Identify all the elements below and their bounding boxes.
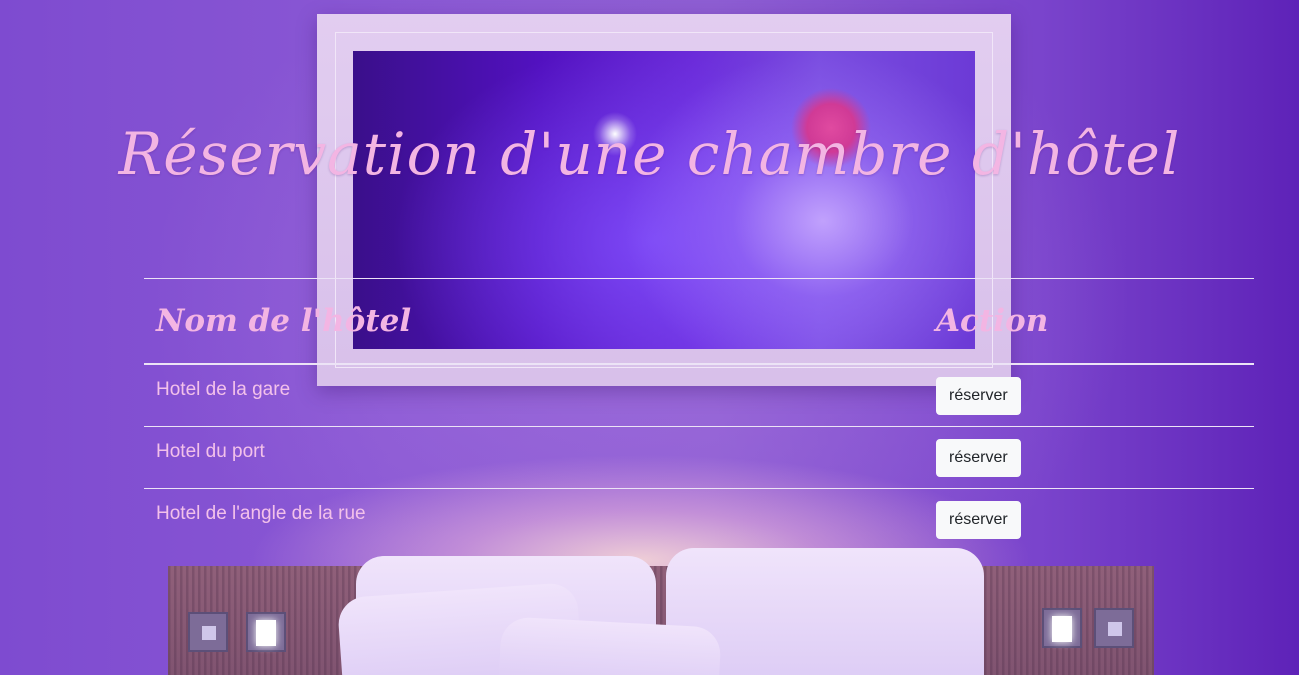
table-row: Hotel de l'angle de la rue réserver	[144, 488, 1254, 550]
wall-switch-right	[1094, 608, 1134, 648]
wall-light-right	[1042, 608, 1082, 648]
wall-light-left	[246, 612, 286, 652]
action-cell: réserver	[924, 426, 1254, 488]
reserve-button[interactable]: réserver	[936, 500, 1021, 539]
column-header-hotel-name: Nom de l'hôtel	[156, 303, 412, 339]
action-cell: réserver	[924, 364, 1254, 426]
page-title: Réservation d'une chambre d'hôtel	[118, 120, 1181, 188]
wall-switch-left	[188, 612, 228, 652]
table-row: Hotel de la gare réserver	[144, 364, 1254, 426]
reserve-button[interactable]: réserver	[936, 377, 1021, 415]
hotel-name-cell: Hotel de la gare	[156, 379, 291, 400]
pillow-center	[498, 616, 722, 675]
hotel-name-cell: Hotel de l'angle de la rue	[156, 502, 366, 524]
hotel-table: Nom de l'hôtel Action Hotel de la gare r…	[144, 278, 1254, 550]
column-header-action: Action	[936, 303, 1049, 339]
hotel-name-cell: Hotel du port	[156, 440, 265, 462]
action-cell: réserver	[924, 488, 1254, 550]
table-header-row: Nom de l'hôtel Action	[144, 278, 1254, 364]
reserve-button[interactable]: réserver	[936, 438, 1021, 477]
table-row: Hotel du port réserver	[144, 426, 1254, 488]
